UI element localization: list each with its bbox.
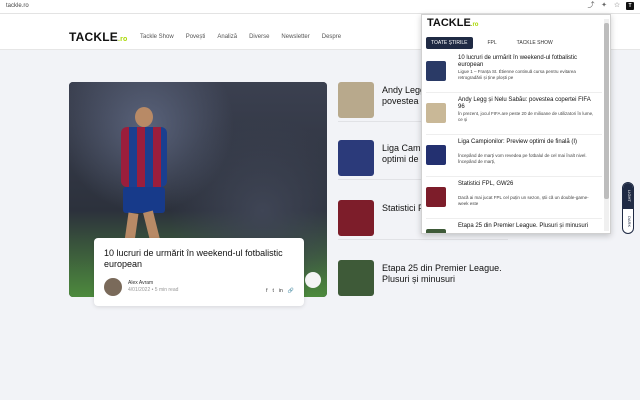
hero-article-title[interactable]: 10 lucruri de urmărit în weekend-ul fotb… — [104, 248, 284, 270]
twitter-share-icon[interactable]: t — [272, 288, 273, 294]
tackle-extension-icon[interactable]: T — [626, 2, 634, 10]
author-avatar — [104, 278, 122, 296]
news-thumbnail[interactable] — [426, 145, 446, 165]
news-item[interactable]: Liga Campionilor: Preview optimi de fina… — [426, 137, 602, 177]
site-logo-text: TACKLE — [69, 30, 118, 44]
nav-item-povesti[interactable]: Povești — [186, 34, 206, 40]
nav-item-diverse[interactable]: Diverse — [249, 34, 269, 40]
popup-logo[interactable]: TACKLE.ro — [427, 17, 478, 29]
news-description: Ligue 1 – Franța St. Étienne continuă cu… — [458, 69, 576, 80]
extension-popup: TACKLE.ro TOATE ȘTIRILE FPL TACKLE SHOW … — [421, 14, 611, 234]
copy-link-icon[interactable]: 🔗 — [288, 288, 294, 294]
side-article-thumbnail[interactable] — [338, 82, 374, 118]
nav-item-analiza[interactable]: Analiză — [217, 34, 237, 40]
news-thumbnail[interactable] — [426, 187, 446, 207]
facebook-share-icon[interactable]: f — [266, 288, 267, 294]
side-article-item[interactable]: Etapa 25 din Premier League. Plusuri și … — [338, 260, 508, 300]
browser-icons: ⤴ ✦ ☆ T — [587, 2, 634, 10]
browser-toolbar: tackle.ro ⤴ ✦ ☆ T — [0, 0, 640, 14]
news-title[interactable]: Etapa 25 din Premier League. Plusuri și … — [458, 223, 598, 230]
popup-tabs: TOATE ȘTIRILE FPL TACKLE SHOW — [426, 37, 558, 49]
news-title[interactable]: Andy Legg și Nelu Sabău: povestea copert… — [458, 97, 598, 111]
tab-tackle-show[interactable]: TACKLE SHOW — [512, 37, 558, 49]
news-thumbnail[interactable] — [426, 229, 446, 233]
news-item[interactable]: Statistici FPL, GW26 Dacă ai mai jucat F… — [426, 179, 602, 219]
hero-author: Alex Avram 4/01/2022 • 5 min read — [104, 278, 178, 296]
nav-item-newsletter[interactable]: Newsletter — [281, 34, 309, 40]
tab-fpl[interactable]: FPL — [483, 37, 502, 49]
news-title[interactable]: Liga Campionilor: Preview optimi de fina… — [458, 139, 598, 146]
theme-toggle[interactable]: LIGHT DARK — [622, 182, 634, 234]
linkedin-share-icon[interactable]: in — [279, 288, 283, 294]
nav-item-tackle-show[interactable]: Tackle Show — [140, 34, 174, 40]
news-thumbnail[interactable] — [426, 103, 446, 123]
news-description: Începând de marți vom revedea pe fotbalu… — [458, 153, 587, 164]
light-mode-option[interactable]: LIGHT — [623, 183, 633, 209]
news-title[interactable]: Statistici FPL, GW26 — [458, 181, 598, 188]
popup-logo-suffix: .ro — [470, 22, 479, 28]
site-nav: Tackle Show Povești Analiză Diverse News… — [140, 34, 341, 40]
address-bar[interactable]: tackle.ro — [6, 3, 29, 9]
popup-scrollbar-thumb[interactable] — [604, 23, 609, 199]
site-logo[interactable]: TACKLE.ro — [69, 30, 128, 44]
news-item[interactable]: 10 lucruri de urmărit în weekend-ul fotb… — [426, 53, 602, 93]
popup-logo-text: TACKLE — [427, 17, 471, 29]
news-description: Dacă ai mai jucat FPL cel puțin un sezon… — [458, 195, 589, 206]
news-description: În prezent, jocul FIFA are peste 20 de m… — [458, 111, 594, 122]
tab-toate-stirile[interactable]: TOATE ȘTIRILE — [426, 37, 473, 49]
news-thumbnail[interactable] — [426, 61, 446, 81]
side-article-title[interactable]: Etapa 25 din Premier League. Plusuri și … — [382, 263, 508, 285]
news-item[interactable]: Andy Legg și Nelu Sabău: povestea copert… — [426, 95, 602, 135]
side-article-thumbnail[interactable] — [338, 140, 374, 176]
hero-article-card[interactable]: 10 lucruri de urmărit în weekend-ul fotb… — [94, 238, 304, 306]
side-article-thumbnail[interactable] — [338, 260, 374, 296]
nav-item-despre[interactable]: Despre — [322, 34, 341, 40]
site-logo-suffix: .ro — [117, 36, 128, 43]
dark-mode-option[interactable]: DARK — [623, 209, 633, 233]
share-buttons: f t in 🔗 — [266, 288, 294, 294]
news-title[interactable]: 10 lucruri de urmărit în weekend-ul fotb… — [458, 55, 598, 69]
side-article-thumbnail[interactable] — [338, 200, 374, 236]
author-name[interactable]: Alex Avram — [128, 280, 178, 287]
article-date: 4/01/2022 • 5 min read — [128, 287, 179, 293]
football — [305, 272, 321, 288]
star-icon[interactable]: ☆ — [613, 2, 621, 10]
news-item[interactable]: Etapa 25 din Premier League. Plusuri și … — [426, 221, 602, 233]
puzzle-icon[interactable]: ✦ — [600, 2, 608, 10]
share-icon[interactable]: ⤴ — [587, 2, 595, 10]
